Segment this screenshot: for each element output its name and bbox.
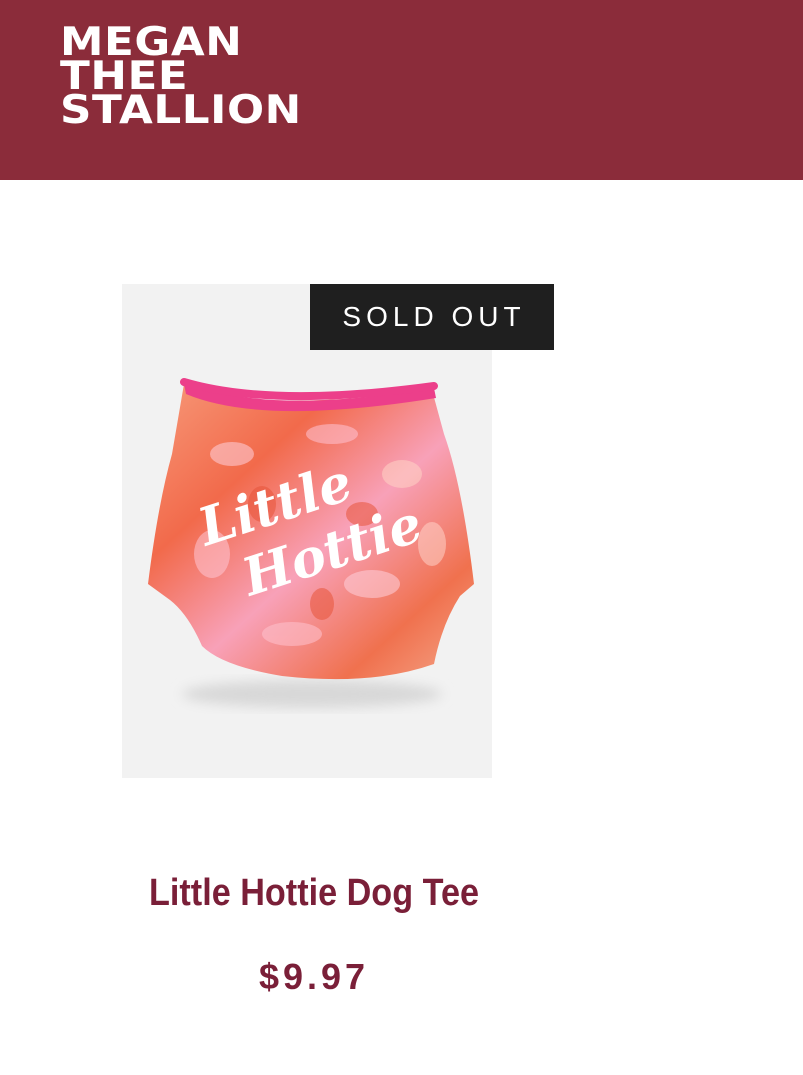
- dog-tee-image: Little Hottie: [148, 378, 474, 708]
- product-title[interactable]: Little Hottie Dog Tee: [31, 872, 596, 915]
- product-price: $9.97: [258, 956, 370, 997]
- site-header: MEGAN THEE STALLION: [0, 0, 803, 180]
- logo-line-3: STALLION: [60, 88, 302, 133]
- product-image[interactable]: Little Hottie: [122, 284, 492, 778]
- sold-out-badge: SOLD OUT: [310, 284, 554, 350]
- brand-logo[interactable]: MEGAN THEE STALLION: [60, 23, 302, 133]
